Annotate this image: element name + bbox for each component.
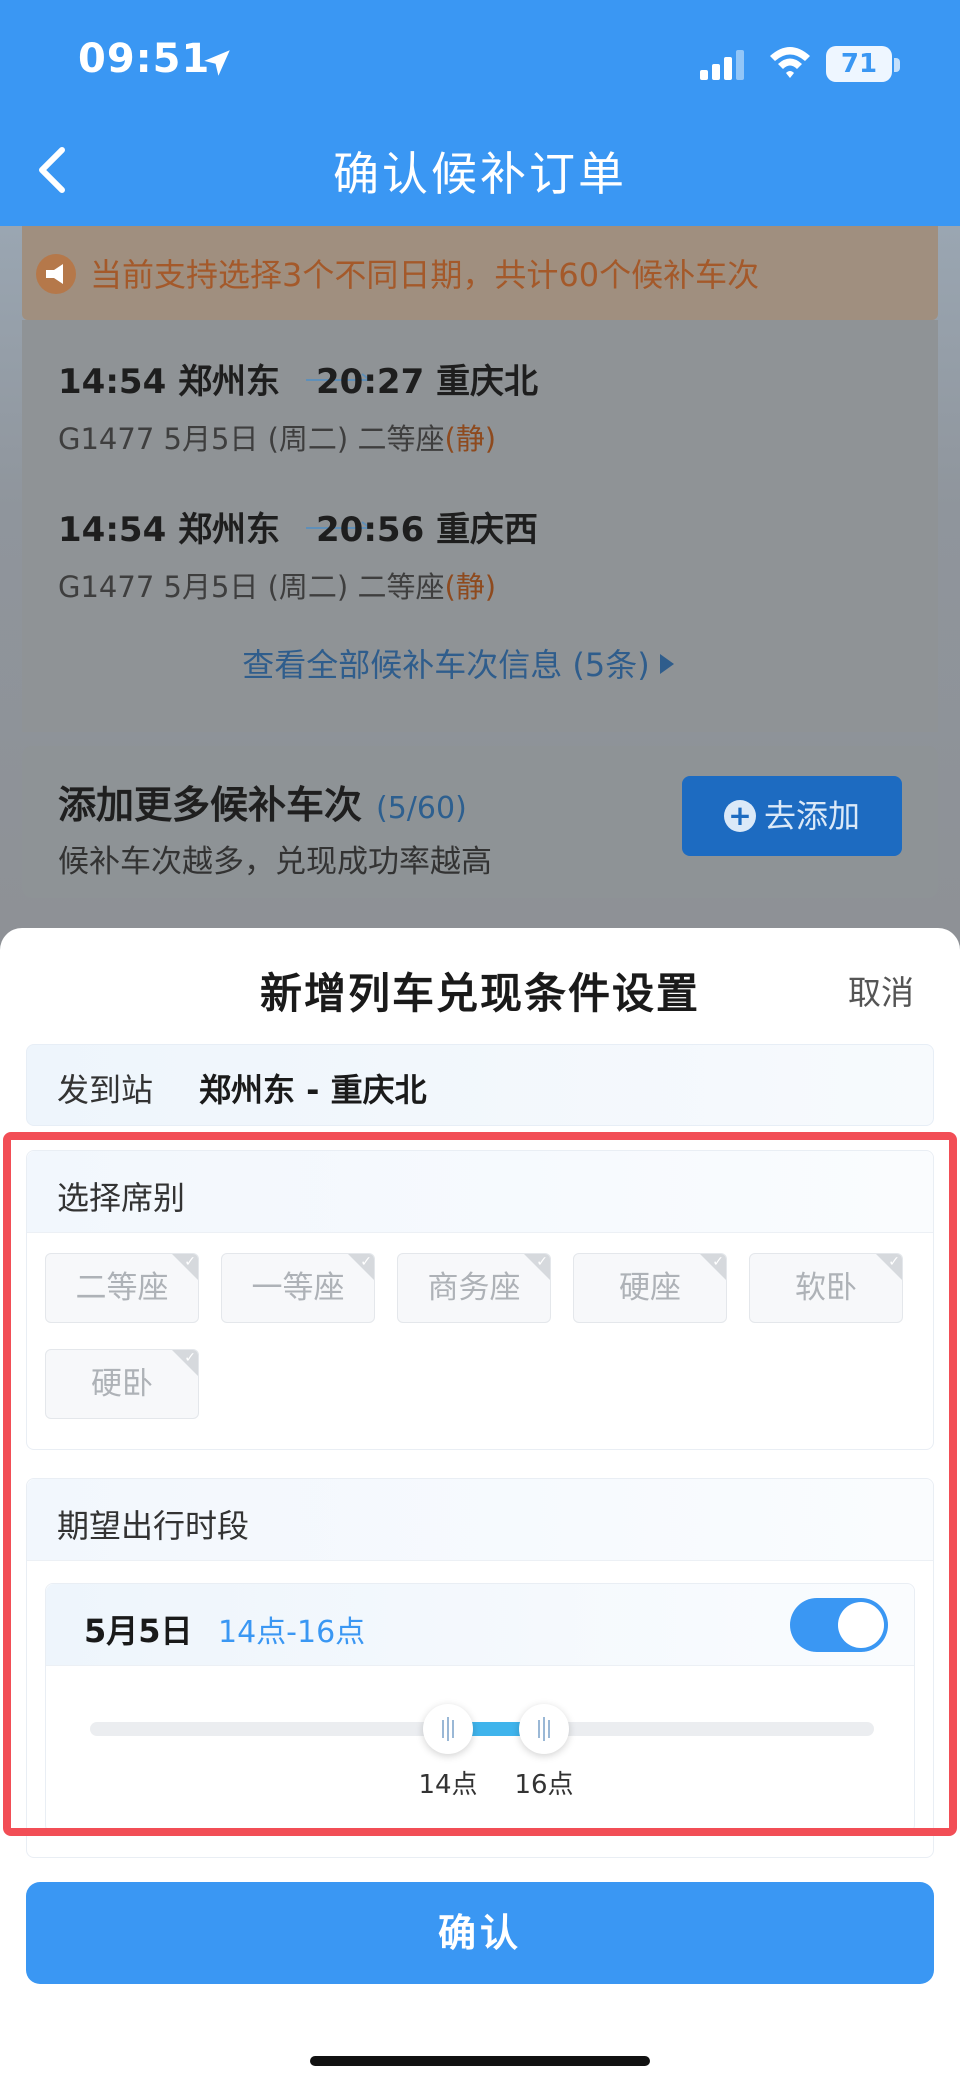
status-bar: 09:51 71 <box>0 0 960 120</box>
sheet-title: 新增列车兑现条件设置 <box>259 969 700 1018</box>
train-item[interactable]: 14:54 郑州东 20:56 重庆西 G1477 5月5日 (周二) 二等座(… <box>58 502 918 642</box>
add-more-title: 添加更多候补车次 (5/60) <box>58 774 467 829</box>
add-more-title-text: 添加更多候补车次 <box>58 783 363 827</box>
train-meta-text: G1477 5月5日 (周二) 二等座 <box>58 570 445 604</box>
condition-settings-sheet: 新增列车兑现条件设置 取消 发到站 郑州东 - 重庆北 选择席别 二等座 ✓ 一… <box>0 928 960 2078</box>
view-all-trains-link[interactable]: 查看全部候补车次信息 (5条) <box>0 640 916 686</box>
quiet-tag: (静) <box>444 570 497 604</box>
cellular-signal-icon <box>700 50 744 80</box>
order-background: 当前支持选择3个不同日期，共计60个候补车次 14:54 郑州东 20:27 重… <box>0 226 960 930</box>
route-label: 发到站 <box>57 1071 154 1109</box>
train-arrive: 20:56 重庆西 <box>316 510 539 550</box>
train-item[interactable]: 14:54 郑州东 20:27 重庆北 G1477 5月5日 (周二) 二等座(… <box>58 354 918 494</box>
triangle-right-icon <box>659 654 674 674</box>
train-meta-text: G1477 5月5日 (周二) 二等座 <box>58 422 445 456</box>
train-meta: G1477 5月5日 (周二) 二等座(静) <box>58 416 496 458</box>
train-arrive: 20:27 重庆北 <box>316 362 539 402</box>
cancel-button[interactable]: 取消 <box>848 966 914 1014</box>
location-arrow-icon <box>204 50 230 76</box>
home-indicator <box>310 2056 650 2066</box>
train-depart: 14:54 郑州东 <box>58 362 281 402</box>
route-value: 郑州东 - 重庆北 <box>199 1071 427 1109</box>
notice-banner: 当前支持选择3个不同日期，共计60个候补车次 <box>22 226 938 320</box>
view-all-label: 查看全部候补车次信息 (5条) <box>242 646 650 684</box>
quiet-tag: (静) <box>444 422 497 456</box>
wifi-icon <box>770 47 810 78</box>
top-header: 09:51 71 确认候补订单 <box>0 0 960 226</box>
add-more-subtitle: 候补车次越多，兑现成功率越高 <box>58 844 492 880</box>
add-more-count: (5/60) <box>376 791 467 826</box>
page-title: 确认候补订单 <box>333 147 627 201</box>
add-train-button[interactable]: + 去添加 <box>682 776 902 856</box>
status-time: 09:51 <box>78 36 211 82</box>
notice-text: 当前支持选择3个不同日期，共计60个候补车次 <box>90 256 760 294</box>
train-depart: 14:54 郑州东 <box>58 510 281 550</box>
megaphone-icon <box>36 254 76 294</box>
battery-indicator: 71 <box>826 46 892 82</box>
battery-level: 71 <box>840 49 878 79</box>
train-meta: G1477 5月5日 (周二) 二等座(静) <box>58 564 496 606</box>
highlight-frame <box>3 1132 957 1836</box>
add-more-card: 添加更多候补车次 (5/60) 候补车次越多，兑现成功率越高 + 去添加 <box>22 746 938 898</box>
battery-tip <box>894 58 900 72</box>
add-train-button-label: 去添加 <box>763 797 860 835</box>
confirm-button[interactable]: 确认 <box>26 1882 934 1984</box>
route-row: 发到站 郑州东 - 重庆北 <box>26 1044 934 1126</box>
plus-circle-icon: + <box>723 800 756 832</box>
